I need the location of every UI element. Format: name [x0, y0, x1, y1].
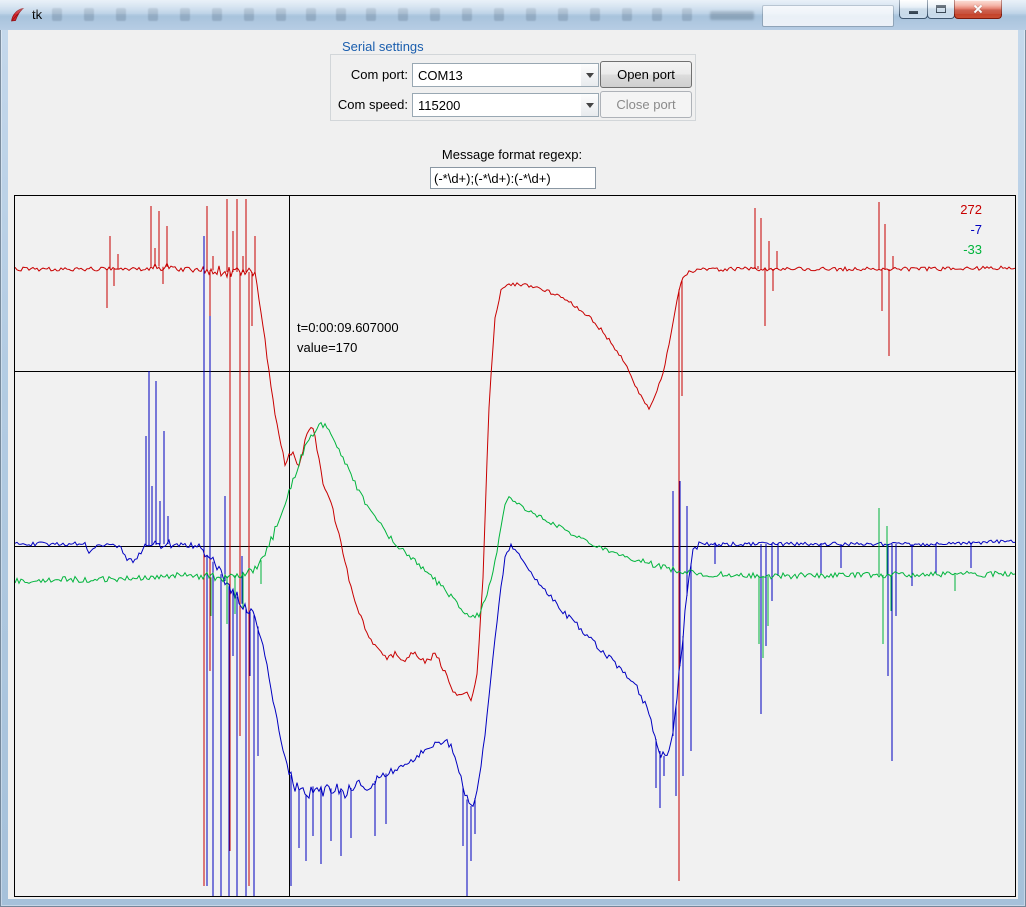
maximize-icon	[936, 5, 946, 13]
ghost-icon	[398, 8, 408, 21]
com-speed-dropdown-zone	[581, 94, 598, 116]
minimize-button[interactable]	[899, 0, 928, 19]
com-port-dropdown-zone	[581, 64, 598, 86]
close-port-button: Close port	[600, 91, 692, 118]
legend-green-value: -33	[960, 240, 982, 260]
plot-area: 272 -7 -33 t=0:00:09.607000 value=170	[14, 195, 1016, 897]
ghost-icon	[526, 8, 536, 21]
window-title: tk	[32, 7, 42, 22]
com-speed-combobox[interactable]: 115200	[412, 93, 599, 117]
plot-canvas[interactable]	[15, 196, 1015, 896]
maximize-button[interactable]	[927, 0, 955, 19]
app-window: tk Serial settings Com port: COM13 Open …	[0, 0, 1026, 907]
ghost-icon	[212, 8, 222, 21]
cursor-time-text: t=0:00:09.607000	[297, 318, 399, 338]
ghost-icon	[652, 8, 662, 21]
ghost-icon	[84, 8, 94, 21]
ghost-icon	[116, 8, 126, 21]
ghost-icon	[52, 8, 62, 21]
ghost-icon	[148, 8, 158, 21]
close-button[interactable]	[954, 0, 1002, 19]
titlebar-ghost-text	[710, 11, 754, 20]
legend-red-value: 272	[960, 200, 982, 220]
cursor-value-text: value=170	[297, 338, 399, 358]
ghost-icon	[306, 8, 316, 21]
com-speed-label: Com speed:	[318, 97, 408, 112]
com-port-label: Com port:	[318, 67, 408, 82]
close-icon	[972, 3, 984, 15]
trace-green	[15, 423, 1015, 658]
ghost-icon	[622, 8, 632, 21]
ghost-icon	[462, 8, 472, 21]
window-content: Serial settings Com port: COM13 Open por…	[8, 30, 1018, 899]
regexp-label: Message format regexp:	[412, 147, 612, 162]
chevron-down-icon	[586, 73, 594, 78]
serial-settings-title: Serial settings	[338, 39, 428, 54]
ghost-icon	[366, 8, 376, 21]
chevron-down-icon	[586, 103, 594, 108]
titlebar-ghost-searchbox	[762, 5, 894, 27]
trace-red	[15, 199, 1015, 886]
com-speed-value: 115200	[413, 98, 581, 113]
minimize-icon	[909, 11, 918, 14]
plot-legend: 272 -7 -33	[960, 200, 982, 260]
com-port-combobox[interactable]: COM13	[412, 63, 599, 87]
ghost-icon	[682, 8, 692, 21]
tk-feather-icon	[9, 7, 25, 23]
ghost-icon	[276, 8, 286, 21]
trace-blue	[15, 236, 1015, 896]
ghost-icon	[590, 8, 600, 21]
ghost-icon	[558, 8, 568, 21]
com-port-value: COM13	[413, 68, 581, 83]
cursor-annotation: t=0:00:09.607000 value=170	[297, 318, 399, 358]
legend-blue-value: -7	[960, 220, 982, 240]
open-port-button[interactable]: Open port	[600, 61, 692, 88]
ghost-icon	[336, 8, 346, 21]
ghost-icon	[244, 8, 254, 21]
ghost-icon	[180, 8, 190, 21]
ghost-icon	[494, 8, 504, 21]
regexp-input[interactable]	[430, 167, 596, 189]
titlebar[interactable]: tk	[0, 0, 1026, 30]
ghost-icon	[430, 8, 440, 21]
